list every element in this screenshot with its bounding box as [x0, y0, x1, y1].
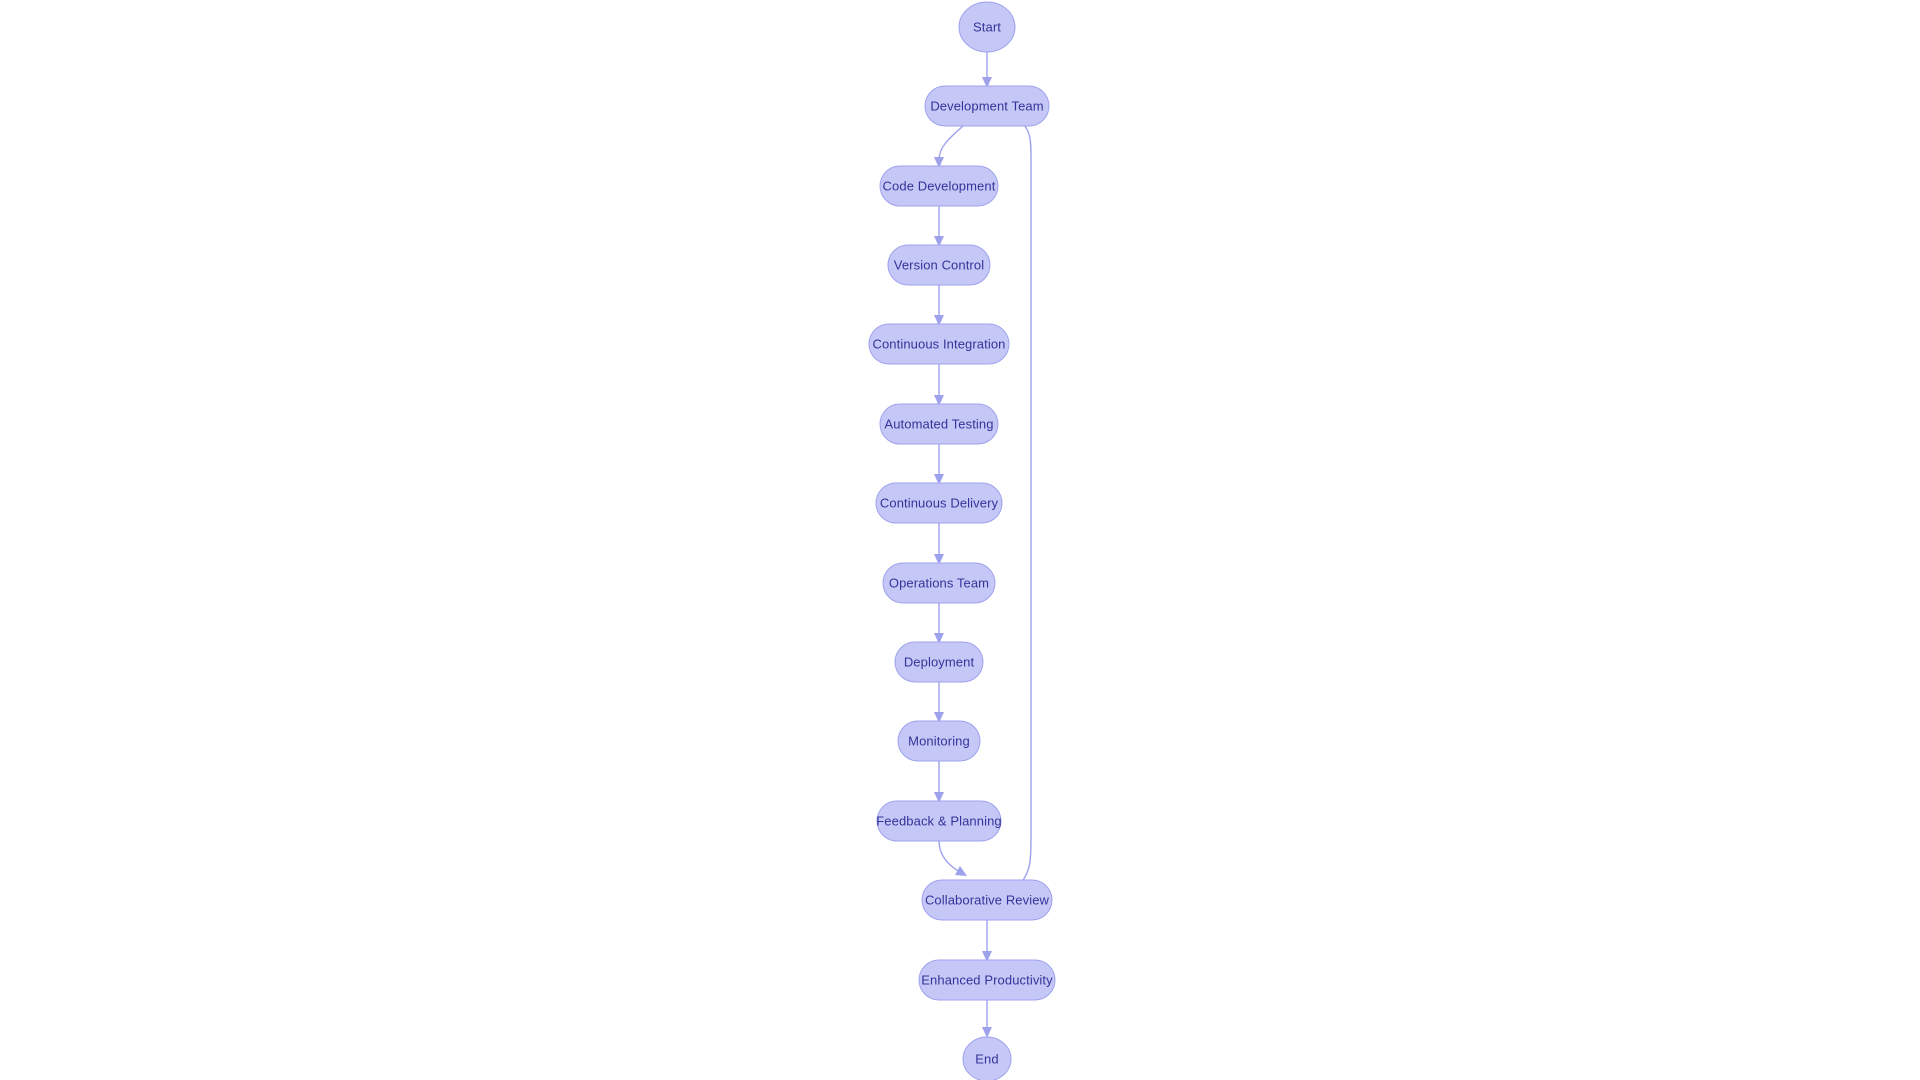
flowchart-canvas: Start Development Team Code Development …: [0, 0, 1920, 1080]
node-version-control[interactable]: Version Control: [887, 244, 991, 286]
node-enhanced-productivity-label: Enhanced Productivity: [921, 972, 1053, 987]
node-layer: Start Development Team Code Development …: [868, 1, 1056, 1080]
node-monitoring[interactable]: Monitoring: [897, 720, 981, 762]
node-development-team-label: Development Team: [930, 98, 1043, 113]
edge-deployment-to-monitoring: [934, 682, 944, 723]
edge-version-control-to-continuous-integration: [934, 285, 944, 326]
node-continuous-integration[interactable]: Continuous Integration: [868, 323, 1010, 365]
node-monitoring-label: Monitoring: [908, 733, 970, 748]
node-version-control-label: Version Control: [894, 257, 984, 272]
node-continuous-integration-label: Continuous Integration: [872, 336, 1005, 351]
edge-operations-team-to-deployment: [934, 603, 944, 644]
edge-continuous-integration-to-automated-testing: [934, 364, 944, 406]
node-continuous-delivery[interactable]: Continuous Delivery: [875, 482, 1003, 524]
node-operations-team[interactable]: Operations Team: [882, 562, 996, 604]
node-end[interactable]: End: [962, 1036, 1012, 1080]
node-collaborative-review[interactable]: Collaborative Review: [921, 879, 1053, 921]
edge-monitoring-to-feedback-planning: [934, 761, 944, 803]
node-deployment[interactable]: Deployment: [894, 641, 984, 683]
node-automated-testing-label: Automated Testing: [884, 416, 993, 431]
edge-code-development-to-version-control: [934, 206, 944, 247]
node-operations-team-label: Operations Team: [889, 575, 989, 590]
node-deployment-label: Deployment: [904, 654, 975, 669]
edge-start-to-development-team: [982, 52, 992, 88]
node-collaborative-review-label: Collaborative Review: [925, 892, 1050, 907]
node-feedback-planning-label: Feedback & Planning: [876, 813, 1001, 828]
node-start[interactable]: Start: [958, 1, 1016, 53]
edge-enhanced-productivity-to-end: [982, 1000, 992, 1038]
node-development-team[interactable]: Development Team: [924, 85, 1050, 127]
node-code-development-label: Code Development: [883, 178, 996, 193]
edge-automated-testing-to-continuous-delivery: [934, 444, 944, 485]
node-start-label: Start: [973, 19, 1001, 34]
node-end-label: End: [975, 1051, 998, 1066]
node-feedback-planning[interactable]: Feedback & Planning: [876, 800, 1002, 842]
edge-development-team-to-code-development: [934, 125, 964, 168]
node-code-development[interactable]: Code Development: [879, 165, 999, 207]
edge-feedback-planning-to-collaborative-review: [938, 840, 967, 876]
node-continuous-delivery-label: Continuous Delivery: [880, 495, 999, 510]
edge-collaborative-review-to-enhanced-productivity: [982, 920, 992, 962]
node-automated-testing[interactable]: Automated Testing: [879, 403, 999, 445]
edge-continuous-delivery-to-operations-team: [934, 523, 944, 565]
edge-collaborative-review-to-development-team-loopback: [1011, 116, 1032, 885]
node-enhanced-productivity[interactable]: Enhanced Productivity: [918, 959, 1056, 1001]
flowchart-svg: Start Development Team Code Development …: [868, 1, 1056, 1080]
